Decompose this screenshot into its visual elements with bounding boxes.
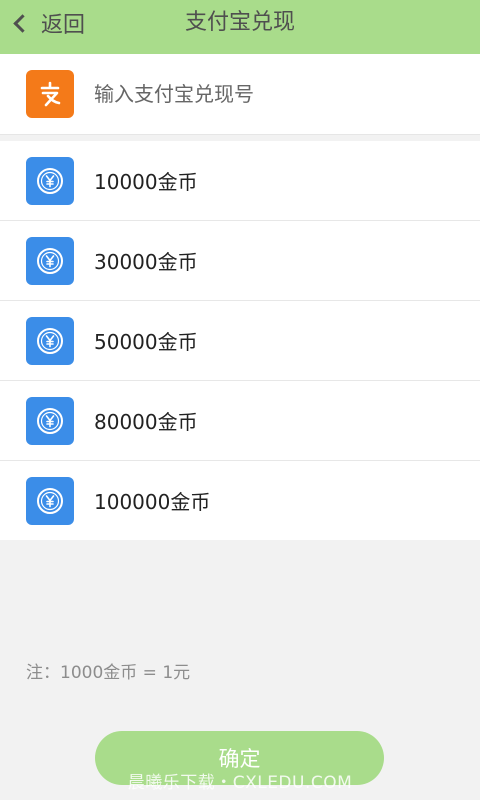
- coin-icon: [26, 396, 74, 445]
- coin-icon: [26, 316, 74, 365]
- coin-option[interactable]: 100000金币: [0, 461, 480, 540]
- coin-icon: [26, 156, 74, 205]
- exchange-rate-note: 注：1000金币 = 1元: [26, 663, 191, 683]
- alipay-icon: [26, 70, 74, 118]
- back-button[interactable]: 返回: [13, 0, 86, 46]
- coin-option[interactable]: 30000金币: [0, 221, 480, 301]
- alipay-account-row: [0, 54, 480, 135]
- confirm-button[interactable]: 确定: [95, 731, 384, 785]
- coin-option[interactable]: 50000金币: [0, 301, 480, 381]
- coin-option-label: 80000金币: [94, 410, 198, 434]
- back-label: 返回: [41, 13, 86, 38]
- coin-option-label: 30000金币: [94, 250, 198, 274]
- coin-option-label: 100000金币: [94, 490, 211, 514]
- coin-option-list: 10000金币 30000金币 50000金币 80000金币 100000金币: [0, 141, 480, 540]
- coin-option[interactable]: 80000金币: [0, 381, 480, 461]
- alipay-account-input[interactable]: [94, 82, 434, 106]
- chevron-left-icon: [13, 13, 32, 33]
- coin-option-label: 10000金币: [94, 170, 198, 194]
- coin-option-label: 50000金币: [94, 330, 198, 354]
- top-bar: 返回 支付宝兑现: [0, 0, 480, 54]
- coin-icon: [26, 476, 74, 525]
- coin-icon: [26, 236, 74, 285]
- coin-option[interactable]: 10000金币: [0, 141, 480, 221]
